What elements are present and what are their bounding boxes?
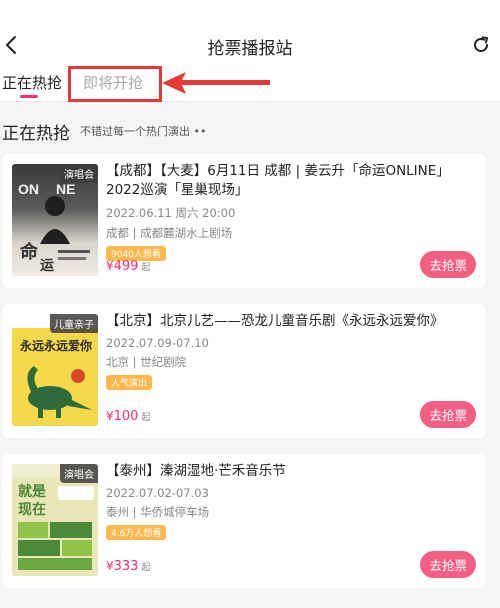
event-card[interactable]: ON NE 命 运 演唱会 【成都】【大麦】6月11日 成都 | 姜云升「命运O…: [2, 154, 486, 288]
event-venue: 成都 | 成都麓湖水上剧场: [106, 226, 233, 240]
svg-text:ON: ON: [18, 181, 39, 197]
event-card[interactable]: 就是 现在 演唱会 【泰州】溱湖湿地·芒禾音乐节 2022.07.02-07.0…: [2, 454, 486, 588]
event-price: ¥100 起: [106, 409, 150, 424]
event-name[interactable]: 【泰州】溱湖湿地·芒禾音乐节: [106, 462, 478, 481]
event-date: 2022.06.11 周六 20:00: [106, 206, 236, 220]
event-date: 2022.07.02-07.03: [106, 486, 209, 500]
event-poster[interactable]: ON NE 命 运 演唱会: [12, 164, 98, 276]
event-price: ¥499 起: [106, 259, 150, 274]
buy-ticket-button[interactable]: 去抢票: [420, 251, 476, 278]
category-tag: 儿童亲子: [50, 314, 98, 333]
price-unit: 起: [141, 563, 151, 573]
buy-ticket-button[interactable]: 去抢票: [420, 401, 476, 428]
svg-text:命: 命: [20, 241, 39, 263]
currency-symbol: ¥: [106, 259, 114, 273]
annotation-arrow-icon: [162, 72, 270, 94]
event-venue: 北京 | 世纪剧院: [106, 355, 187, 369]
event-name[interactable]: 【成都】【大麦】6月11日 成都 | 姜云升「命运ONLINE」2022巡演「星…: [106, 162, 478, 200]
header-bar: 抢票播报站: [0, 0, 500, 64]
event-price: ¥333 起: [106, 559, 150, 574]
section-header: 正在热抢 不错过每一个热门演出 ••: [0, 102, 500, 150]
popularity-badge: 4.6万人想看: [106, 525, 167, 540]
price-unit: 起: [141, 413, 151, 423]
active-tab-indicator: [20, 95, 38, 98]
price-value: 333: [113, 559, 139, 574]
buy-ticket-button[interactable]: 去抢票: [420, 551, 476, 578]
tab-hot-now[interactable]: 正在热抢: [2, 72, 62, 93]
category-tag: 演唱会: [60, 464, 98, 483]
svg-text:运: 运: [40, 258, 54, 274]
category-tag: 演唱会: [60, 164, 98, 183]
price-unit: 起: [141, 263, 151, 273]
event-card[interactable]: 永远永远爱你 儿童亲子 【北京】北京儿艺——恐龙儿童音乐剧《永远永远爱你》 20…: [2, 304, 486, 438]
popularity-badge: 人气演出: [106, 375, 153, 390]
page-title: 抢票播报站: [207, 39, 293, 59]
event-poster[interactable]: 永远永远爱你 儿童亲子: [12, 314, 98, 426]
svg-text:现在: 现在: [18, 501, 46, 518]
currency-symbol: ¥: [106, 559, 114, 573]
event-name[interactable]: 【北京】北京儿艺——恐龙儿童音乐剧《永远永远爱你》: [106, 312, 478, 331]
section-title: 正在热抢: [2, 124, 70, 144]
event-poster[interactable]: 就是 现在 演唱会: [12, 464, 98, 576]
refresh-icon[interactable]: [470, 34, 492, 56]
svg-text:永远永远爱你: 永远永远爱你: [19, 338, 92, 353]
svg-text:就是: 就是: [18, 483, 47, 500]
currency-symbol: ¥: [106, 409, 114, 423]
section-subtitle: 不错过每一个热门演出 ••: [80, 125, 207, 138]
svg-text:NE: NE: [56, 181, 75, 197]
price-value: 499: [113, 259, 139, 274]
event-date: 2022.07.09-07.10: [106, 336, 209, 350]
event-venue: 泰州 | 华侨城停车场: [106, 505, 210, 519]
annotation-highlight-box: [68, 66, 162, 102]
price-value: 100: [113, 409, 139, 424]
